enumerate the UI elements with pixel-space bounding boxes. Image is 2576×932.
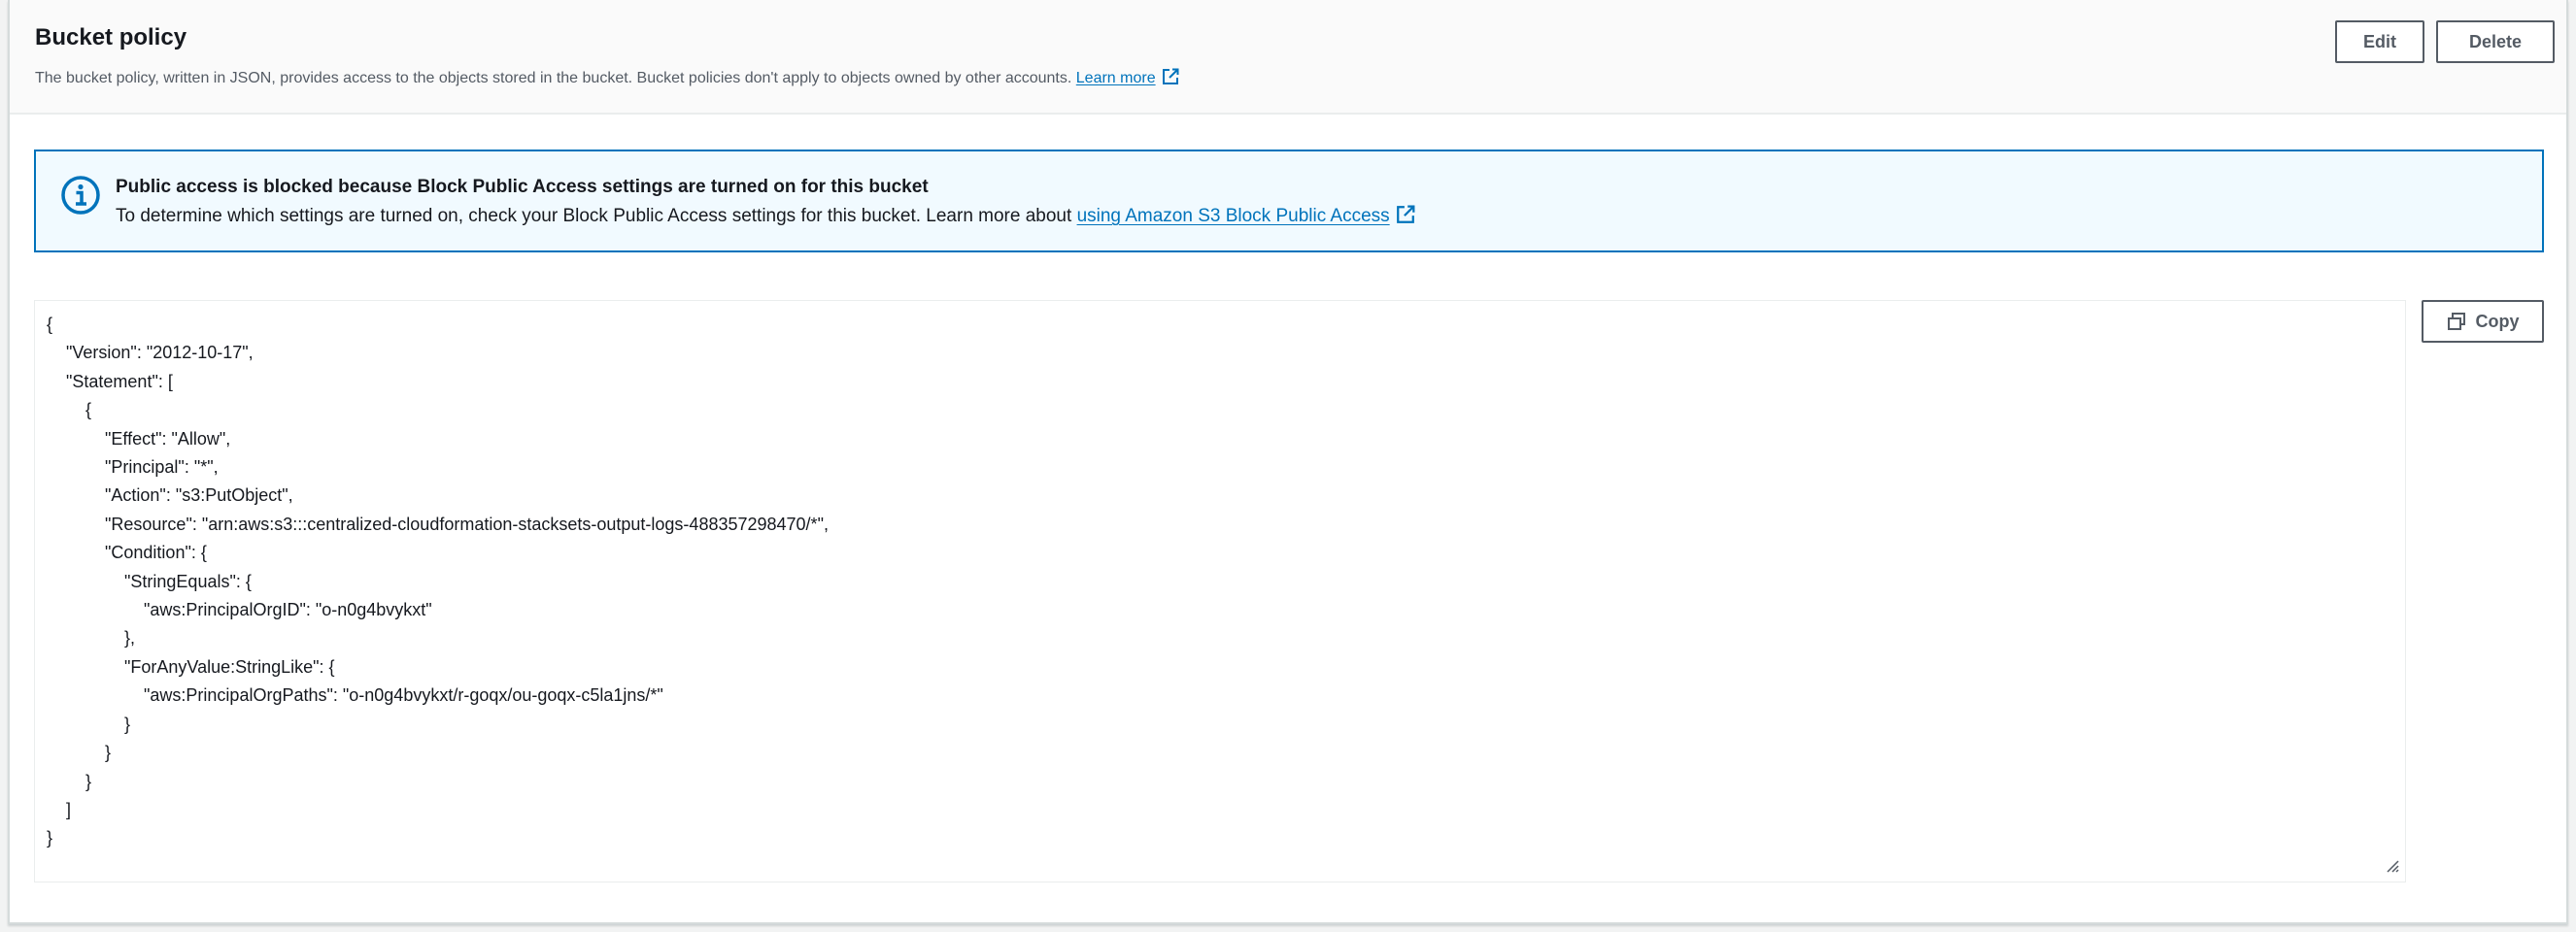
description-text: The bucket policy, written in JSON, prov… [35, 70, 1072, 86]
policy-line: "Principal": "*", [47, 457, 219, 478]
alert-title: Public access is blocked because Block P… [116, 177, 929, 197]
external-link-icon [1162, 68, 1179, 90]
policy-line: "Resource": "arn:aws:s3:::centralized-cl… [47, 514, 829, 534]
alert-body-text: To determine which settings are turned o… [116, 206, 1072, 226]
info-alert: Public access is blocked because Block P… [34, 150, 2544, 252]
policy-line: ] [47, 799, 72, 819]
alert-body: To determine which settings are turned o… [116, 205, 1415, 230]
external-link-icon [1396, 205, 1415, 230]
policy-line: }, [47, 628, 136, 649]
policy-line: } [47, 714, 131, 734]
learn-more-label: Learn more [1075, 70, 1156, 86]
copy-label: Copy [2475, 311, 2520, 331]
learn-more-link[interactable]: Learn more [1075, 68, 1179, 86]
policy-line: "StringEquals": { [47, 571, 252, 591]
bucket-policy-panel: Bucket policy The bucket policy, written… [8, 0, 2568, 924]
policy-line: "Action": "s3:PutObject", [47, 485, 293, 506]
policy-line: "aws:PrincipalOrgPaths": "o-n0g4bvykxt/r… [47, 685, 663, 706]
block-public-access-link[interactable]: using Amazon S3 Block Public Access [1077, 206, 1390, 226]
policy-line: "aws:PrincipalOrgID": "o-n0g4bvykxt" [47, 600, 432, 620]
policy-line: "Condition": { [47, 543, 207, 563]
info-icon [60, 175, 101, 220]
policy-line: "ForAnyValue:StringLike": { [47, 656, 335, 677]
policy-line: } [47, 771, 92, 791]
policy-line: { [47, 315, 53, 334]
policy-line: "Effect": "Allow", [47, 428, 231, 449]
policy-line: } [47, 828, 53, 849]
policy-line: "Statement": [ [47, 371, 173, 391]
page-title: Bucket policy [35, 24, 187, 50]
policy-description: The bucket policy, written in JSON, prov… [35, 68, 1179, 90]
policy-line: { [47, 400, 92, 420]
panel-header: Bucket policy The bucket policy, written… [10, 0, 2566, 115]
policy-line: "Version": "2012-10-17", [47, 343, 254, 363]
copy-icon [2447, 312, 2466, 331]
edit-button[interactable]: Edit [2335, 20, 2424, 63]
copy-button[interactable]: Copy [2422, 300, 2544, 343]
policy-line: } [47, 743, 112, 763]
policy-editor[interactable]: { "Version": "2012-10-17", "Statement": … [34, 300, 2406, 882]
delete-button[interactable]: Delete [2436, 20, 2555, 63]
policy-json: { "Version": "2012-10-17", "Statement": … [47, 311, 829, 853]
resize-handle-icon[interactable] [2386, 859, 2399, 878]
block-public-access-label: using Amazon S3 Block Public Access [1076, 206, 1390, 226]
